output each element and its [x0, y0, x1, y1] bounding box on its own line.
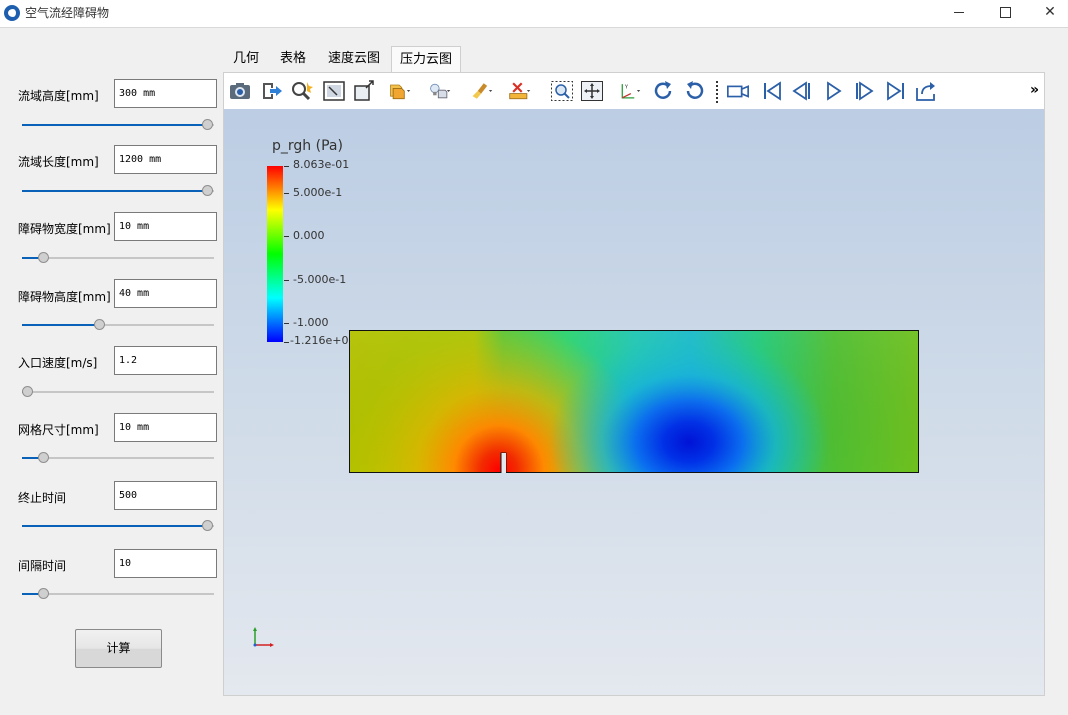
- title-bar: 空气流经障碍物 ✕: [0, 0, 1068, 28]
- slider-handle[interactable]: [202, 185, 213, 196]
- inlet-velocity-input[interactable]: 1.2: [114, 346, 217, 375]
- legend-tick-label: 5.000e-1: [293, 186, 343, 199]
- label-obstacle-width: 障碍物宽度[mm]: [18, 222, 111, 236]
- interval-time-input[interactable]: 10: [114, 549, 217, 578]
- mesh-size-slider[interactable]: [22, 451, 214, 465]
- first-frame-icon[interactable]: [760, 80, 784, 102]
- ruler-icon[interactable]: [508, 80, 532, 102]
- label-inlet-velocity: 入口速度[m/s]: [18, 356, 98, 370]
- domain-length-input[interactable]: 1200 mm: [114, 145, 217, 174]
- slider-handle[interactable]: [22, 386, 33, 397]
- rotate-ccw-icon[interactable]: [682, 80, 706, 102]
- legend-tick-mark: [284, 280, 289, 281]
- end-time-input[interactable]: 500: [114, 481, 217, 510]
- camera-icon[interactable]: [228, 80, 252, 102]
- toolbar-overflow-button[interactable]: »: [1030, 82, 1039, 98]
- tab-table[interactable]: 表格: [273, 46, 313, 72]
- slider-handle[interactable]: [38, 588, 50, 599]
- legend-tick-mark: [284, 236, 289, 237]
- display-icon[interactable]: [388, 80, 412, 102]
- slider-handle[interactable]: [202, 119, 213, 130]
- slider-handle[interactable]: [38, 452, 50, 463]
- label-interval-time: 间隔时间: [18, 559, 67, 573]
- minimize-icon: [954, 11, 964, 13]
- window-title: 空气流经障碍物: [25, 6, 110, 20]
- interval-time-slider[interactable]: [22, 587, 214, 601]
- calculate-button[interactable]: 计算: [75, 629, 162, 668]
- next-frame-icon[interactable]: [852, 80, 876, 102]
- last-frame-icon[interactable]: [884, 80, 908, 102]
- zoom-box-icon[interactable]: [352, 80, 376, 102]
- slider-handle[interactable]: [94, 319, 105, 330]
- clear-icon[interactable]: [470, 80, 494, 102]
- tab-pressure-contour[interactable]: 压力云图: [391, 46, 461, 72]
- legend-tick-mark: [284, 342, 289, 343]
- axes-icon[interactable]: Y: [618, 80, 642, 102]
- end-time-slider[interactable]: [22, 519, 214, 533]
- label-mesh-size: 网格尺寸[mm]: [18, 423, 99, 437]
- legend-tick-label: -5.000e-1: [293, 273, 347, 286]
- record-icon[interactable]: [726, 80, 750, 102]
- legend-tick-mark: [284, 166, 289, 167]
- svg-text:Y: Y: [624, 84, 629, 90]
- loop-icon[interactable]: [914, 80, 938, 102]
- pressure-contour-plot[interactable]: [349, 330, 919, 473]
- rotate-cw-icon[interactable]: [652, 80, 676, 102]
- reset-camera-icon[interactable]: [322, 80, 346, 102]
- inlet-velocity-slider[interactable]: [22, 385, 214, 399]
- probe-icon[interactable]: [290, 80, 314, 102]
- domain-length-slider[interactable]: [22, 184, 214, 198]
- obstacle: [501, 453, 506, 473]
- color-legend-bar: [267, 166, 283, 342]
- obstacle-height-input[interactable]: 40 mm: [114, 279, 217, 308]
- export-icon[interactable]: [260, 80, 284, 102]
- tab-geometry[interactable]: 几何: [226, 46, 266, 72]
- legend-tick-mark: [284, 193, 289, 194]
- obstacle-width-slider[interactable]: [22, 251, 214, 265]
- slider-handle[interactable]: [38, 252, 50, 263]
- minimize-button[interactable]: [936, 0, 982, 27]
- orientation-axes-icon: [253, 627, 274, 647]
- slider-handle[interactable]: [202, 520, 213, 531]
- close-icon: ✕: [1044, 4, 1056, 20]
- toolbar-separator: [716, 81, 718, 103]
- domain-height-input[interactable]: 300 mm: [114, 79, 217, 108]
- close-button[interactable]: ✕: [1027, 0, 1068, 27]
- label-domain-length: 流域长度[mm]: [18, 155, 99, 169]
- play-icon[interactable]: [822, 80, 846, 102]
- legend-max-label: 8.063e-01: [293, 158, 350, 171]
- label-domain-height: 流域高度[mm]: [18, 89, 99, 103]
- label-obstacle-height: 障碍物高度[mm]: [18, 290, 111, 304]
- obstacle-width-input[interactable]: 10 mm: [114, 212, 217, 241]
- legend-title: p_rgh (Pa): [272, 138, 343, 154]
- maximize-icon: [999, 6, 1011, 18]
- fit-icon[interactable]: [580, 80, 604, 102]
- label-end-time: 终止时间: [18, 491, 67, 505]
- maximize-button[interactable]: [982, 0, 1028, 27]
- legend-tick-label: -1.000: [293, 316, 329, 329]
- app-logo-icon: [4, 5, 20, 21]
- legend-tick-label: 0.000: [293, 229, 325, 242]
- tab-velocity-contour[interactable]: 速度云图: [322, 46, 386, 72]
- domain-height-slider[interactable]: [22, 118, 214, 132]
- obstacle-height-slider[interactable]: [22, 318, 214, 332]
- prev-frame-icon[interactable]: [790, 80, 814, 102]
- mesh-size-input[interactable]: 10 mm: [114, 413, 217, 442]
- legend-min-label: -1.216e+00: [290, 334, 356, 347]
- legend-tick-mark: [284, 323, 289, 324]
- zoom-data-icon[interactable]: [550, 80, 574, 102]
- viewer-toolbar: Y »: [224, 73, 1044, 109]
- light-icon[interactable]: [428, 80, 452, 102]
